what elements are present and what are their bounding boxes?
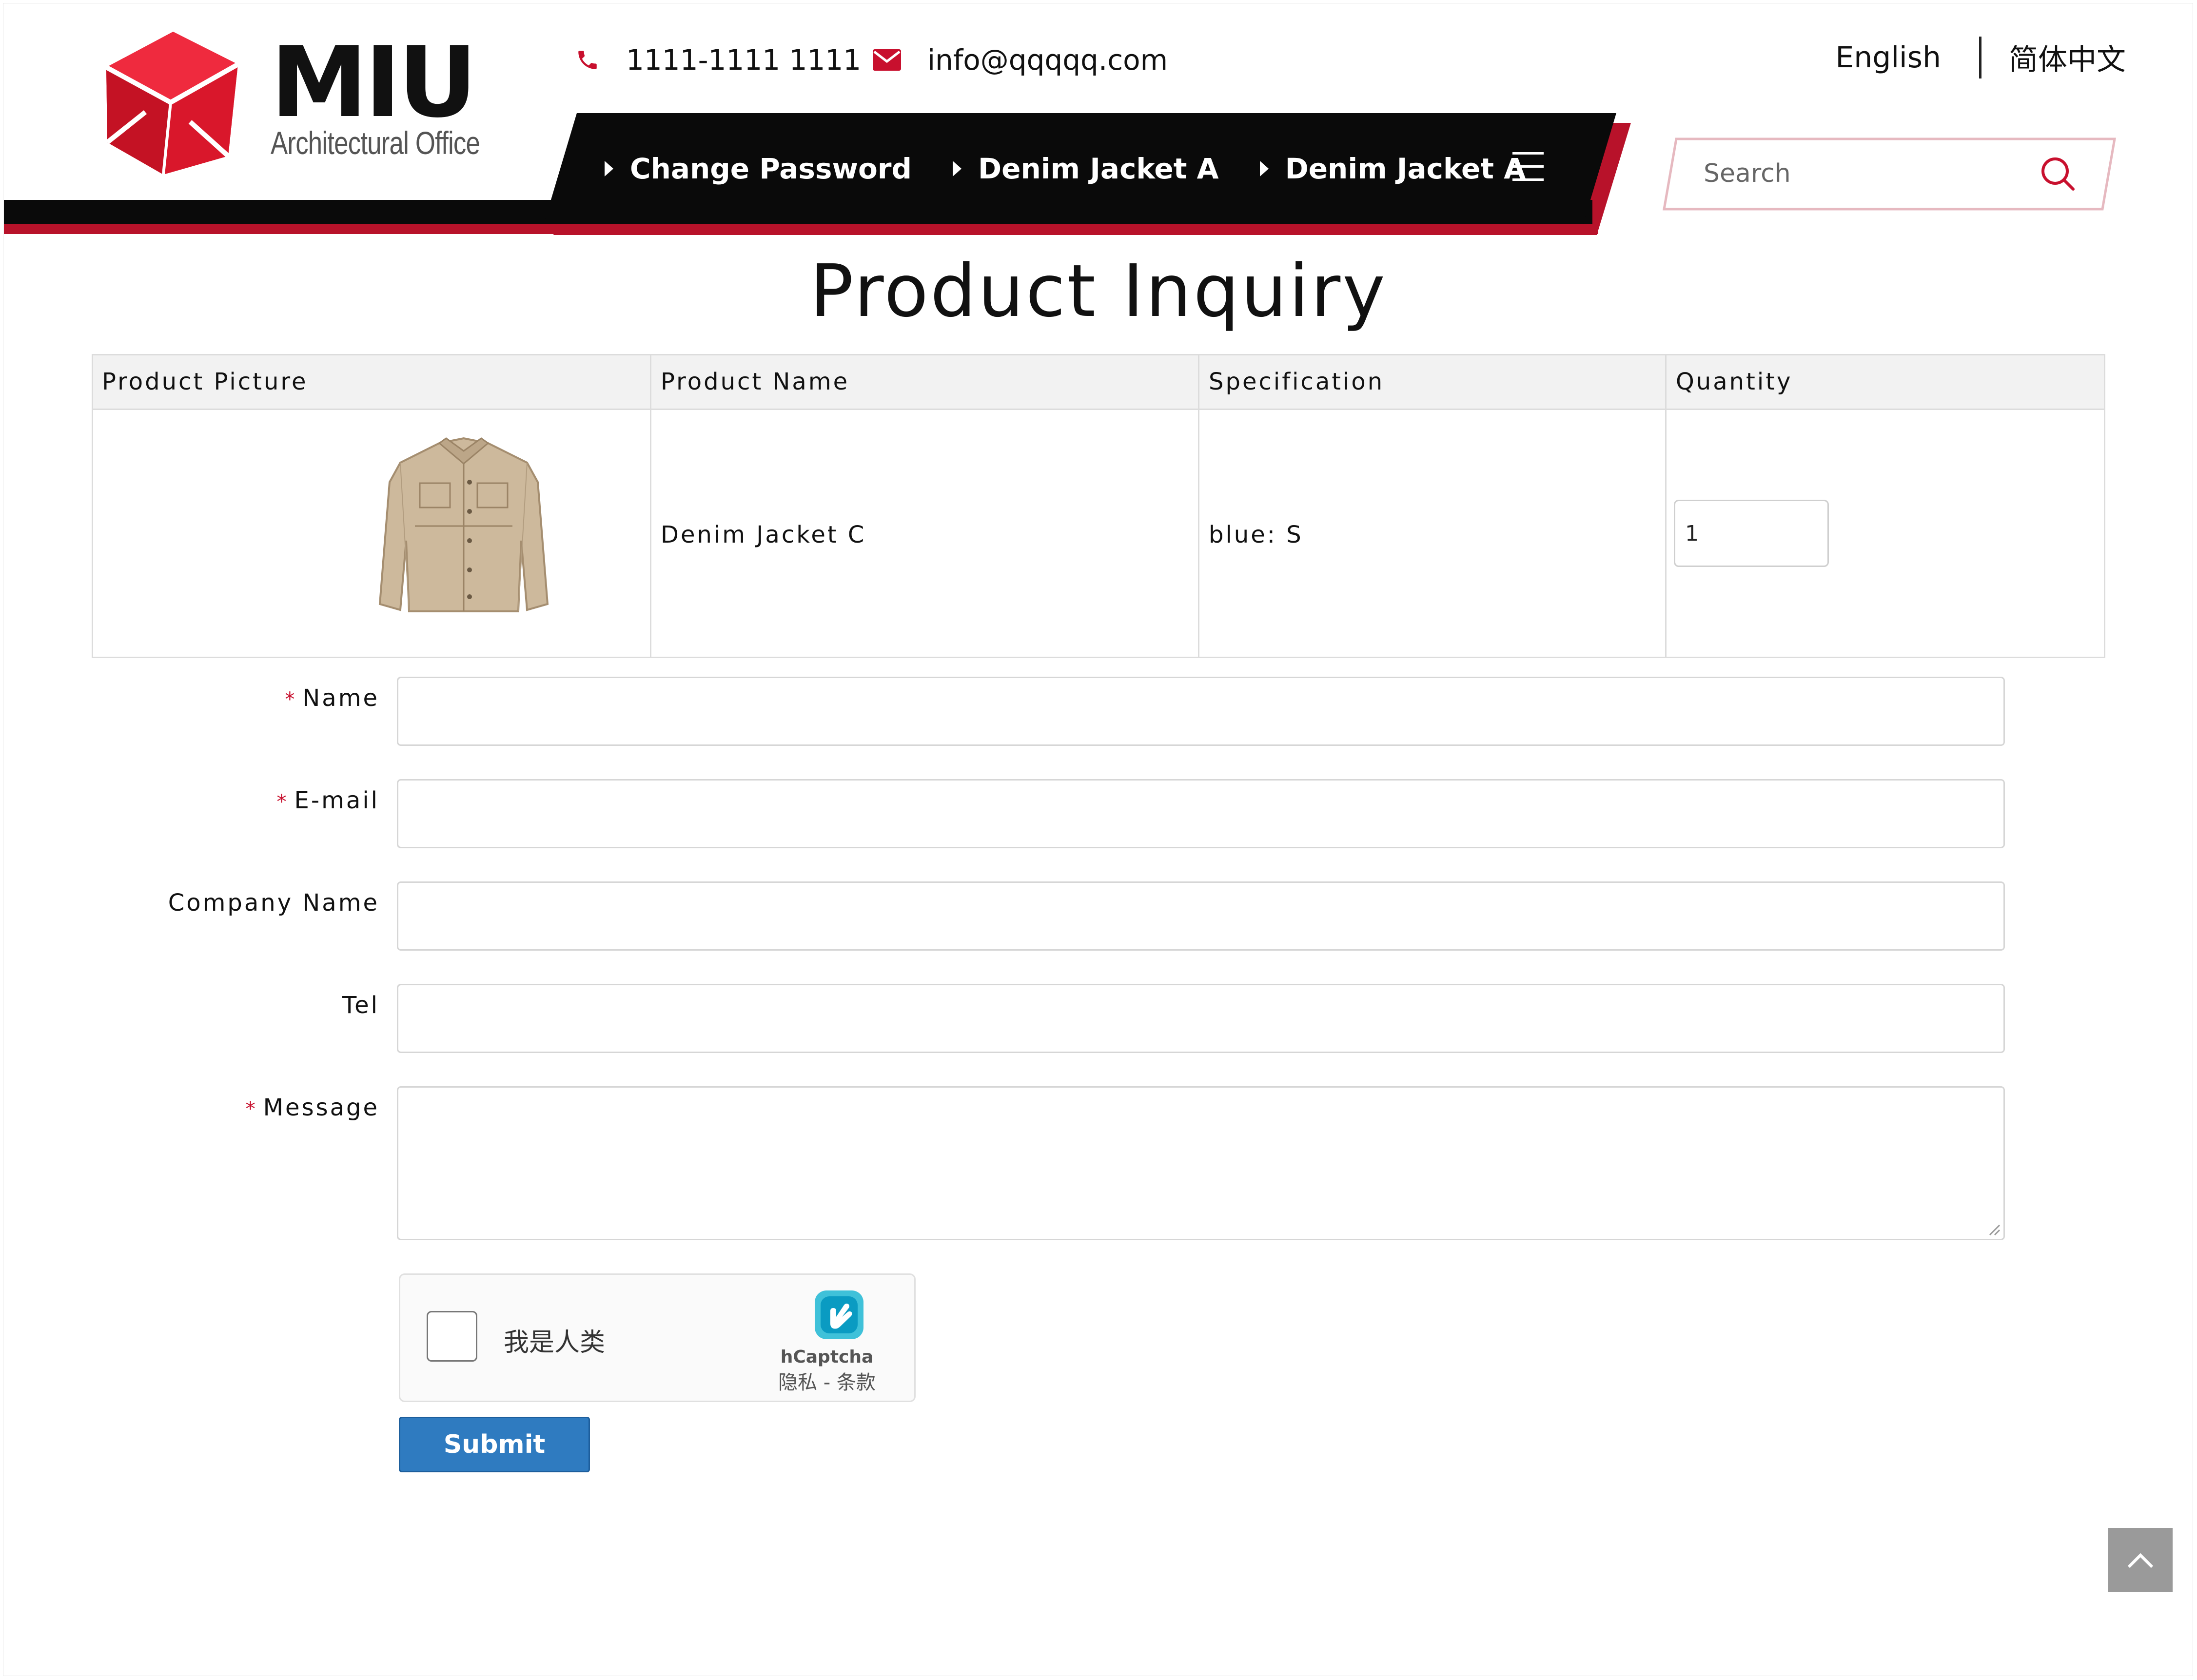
email-field[interactable] [397, 779, 2005, 848]
table-header [93, 355, 2104, 410]
captcha-label: 我是人类 [504, 1328, 606, 1357]
captcha-checkbox[interactable] [427, 1311, 477, 1362]
caret-right-icon [953, 161, 962, 176]
email-address: info@qqqqq.com [927, 43, 1168, 77]
hcaptcha-brand: hCaptcha [780, 1347, 874, 1367]
header-quantity: Quantity [1676, 368, 1793, 395]
tel-field[interactable] [397, 984, 2005, 1053]
phone-contact[interactable]: 1111-1111 1111 [575, 38, 861, 82]
hcaptcha-logo-icon[interactable] [810, 1286, 868, 1344]
page-title: Product Inquiry [810, 249, 1387, 333]
tel-label: Tel [342, 992, 379, 1019]
quantity-input[interactable]: 1 [1674, 500, 1829, 567]
caret-right-icon [605, 161, 613, 176]
captcha-privacy-terms-links[interactable]: 隐私 - 条款 [761, 1367, 893, 1395]
phone-number: 1111-1111 1111 [626, 43, 862, 77]
specification-cell: blue: S [1209, 521, 1303, 548]
required-mark: * [276, 791, 289, 813]
search-icon[interactable] [2039, 155, 2076, 192]
language-switcher: English 简体中文 [1835, 36, 2126, 78]
company-name-label: Company Name [168, 889, 379, 917]
name-field[interactable] [397, 677, 2005, 746]
name-label: * Name [285, 684, 379, 712]
message-label: * Message [245, 1094, 379, 1121]
resize-handle-icon[interactable] [1988, 1223, 2001, 1236]
product-table: Product Picture Product Name Specificati… [92, 354, 2105, 658]
email-contact[interactable]: info@qqqqq.com [873, 38, 1168, 82]
column-divider [1198, 355, 1199, 657]
column-divider [1665, 355, 1667, 657]
search-input[interactable]: Search [1704, 159, 1791, 188]
header-product-name: Product Name [661, 368, 850, 395]
chevron-up-icon [2127, 1553, 2154, 1568]
logo-wordmark: MIU [271, 26, 477, 139]
nav-items: Change Password Denim Jacket A Denim Jac… [605, 113, 1567, 224]
message-textarea[interactable] [397, 1086, 2005, 1240]
search-box[interactable]: Search [1663, 137, 2116, 211]
submit-button[interactable]: Submit [399, 1417, 590, 1472]
hcaptcha-widget: 我是人类 hCaptcha 隐私 - 条款 [399, 1273, 916, 1402]
required-mark: * [285, 688, 297, 711]
back-to-top-button[interactable] [2108, 1528, 2173, 1592]
logo-tagline: Architectural Office [271, 125, 480, 161]
company-name-field[interactable] [397, 881, 2005, 951]
product-image[interactable] [366, 429, 561, 624]
email-label: * E-mail [276, 787, 379, 814]
nav-item-label: Denim Jacket A [978, 152, 1219, 185]
nav-item-denim-jacket-a-2[interactable]: Denim Jacket A [1259, 152, 1526, 185]
site-logo[interactable]: MIU Architectural Office [102, 29, 492, 180]
phone-icon [578, 51, 597, 69]
column-divider [650, 355, 651, 657]
menu-icon[interactable] [1512, 152, 1544, 181]
nav-item-label: Denim Jacket A [1285, 152, 1526, 185]
lang-english-link[interactable]: English [1835, 40, 1941, 75]
header-product-picture: Product Picture [102, 368, 308, 395]
header-specification: Specification [1209, 368, 1385, 395]
lang-chinese-link[interactable]: 简体中文 [2009, 36, 2126, 78]
required-mark: * [245, 1098, 257, 1120]
caret-right-icon [1259, 161, 1269, 176]
mail-icon [873, 49, 901, 71]
nav-item-change-password[interactable]: Change Password [605, 152, 912, 185]
nav-item-label: Change Password [630, 152, 912, 185]
nav-item-denim-jacket-a[interactable]: Denim Jacket A [953, 152, 1219, 185]
logo-cube-icon [105, 32, 239, 175]
lang-divider [1979, 36, 1981, 78]
product-name-cell: Denim Jacket C [661, 521, 866, 548]
